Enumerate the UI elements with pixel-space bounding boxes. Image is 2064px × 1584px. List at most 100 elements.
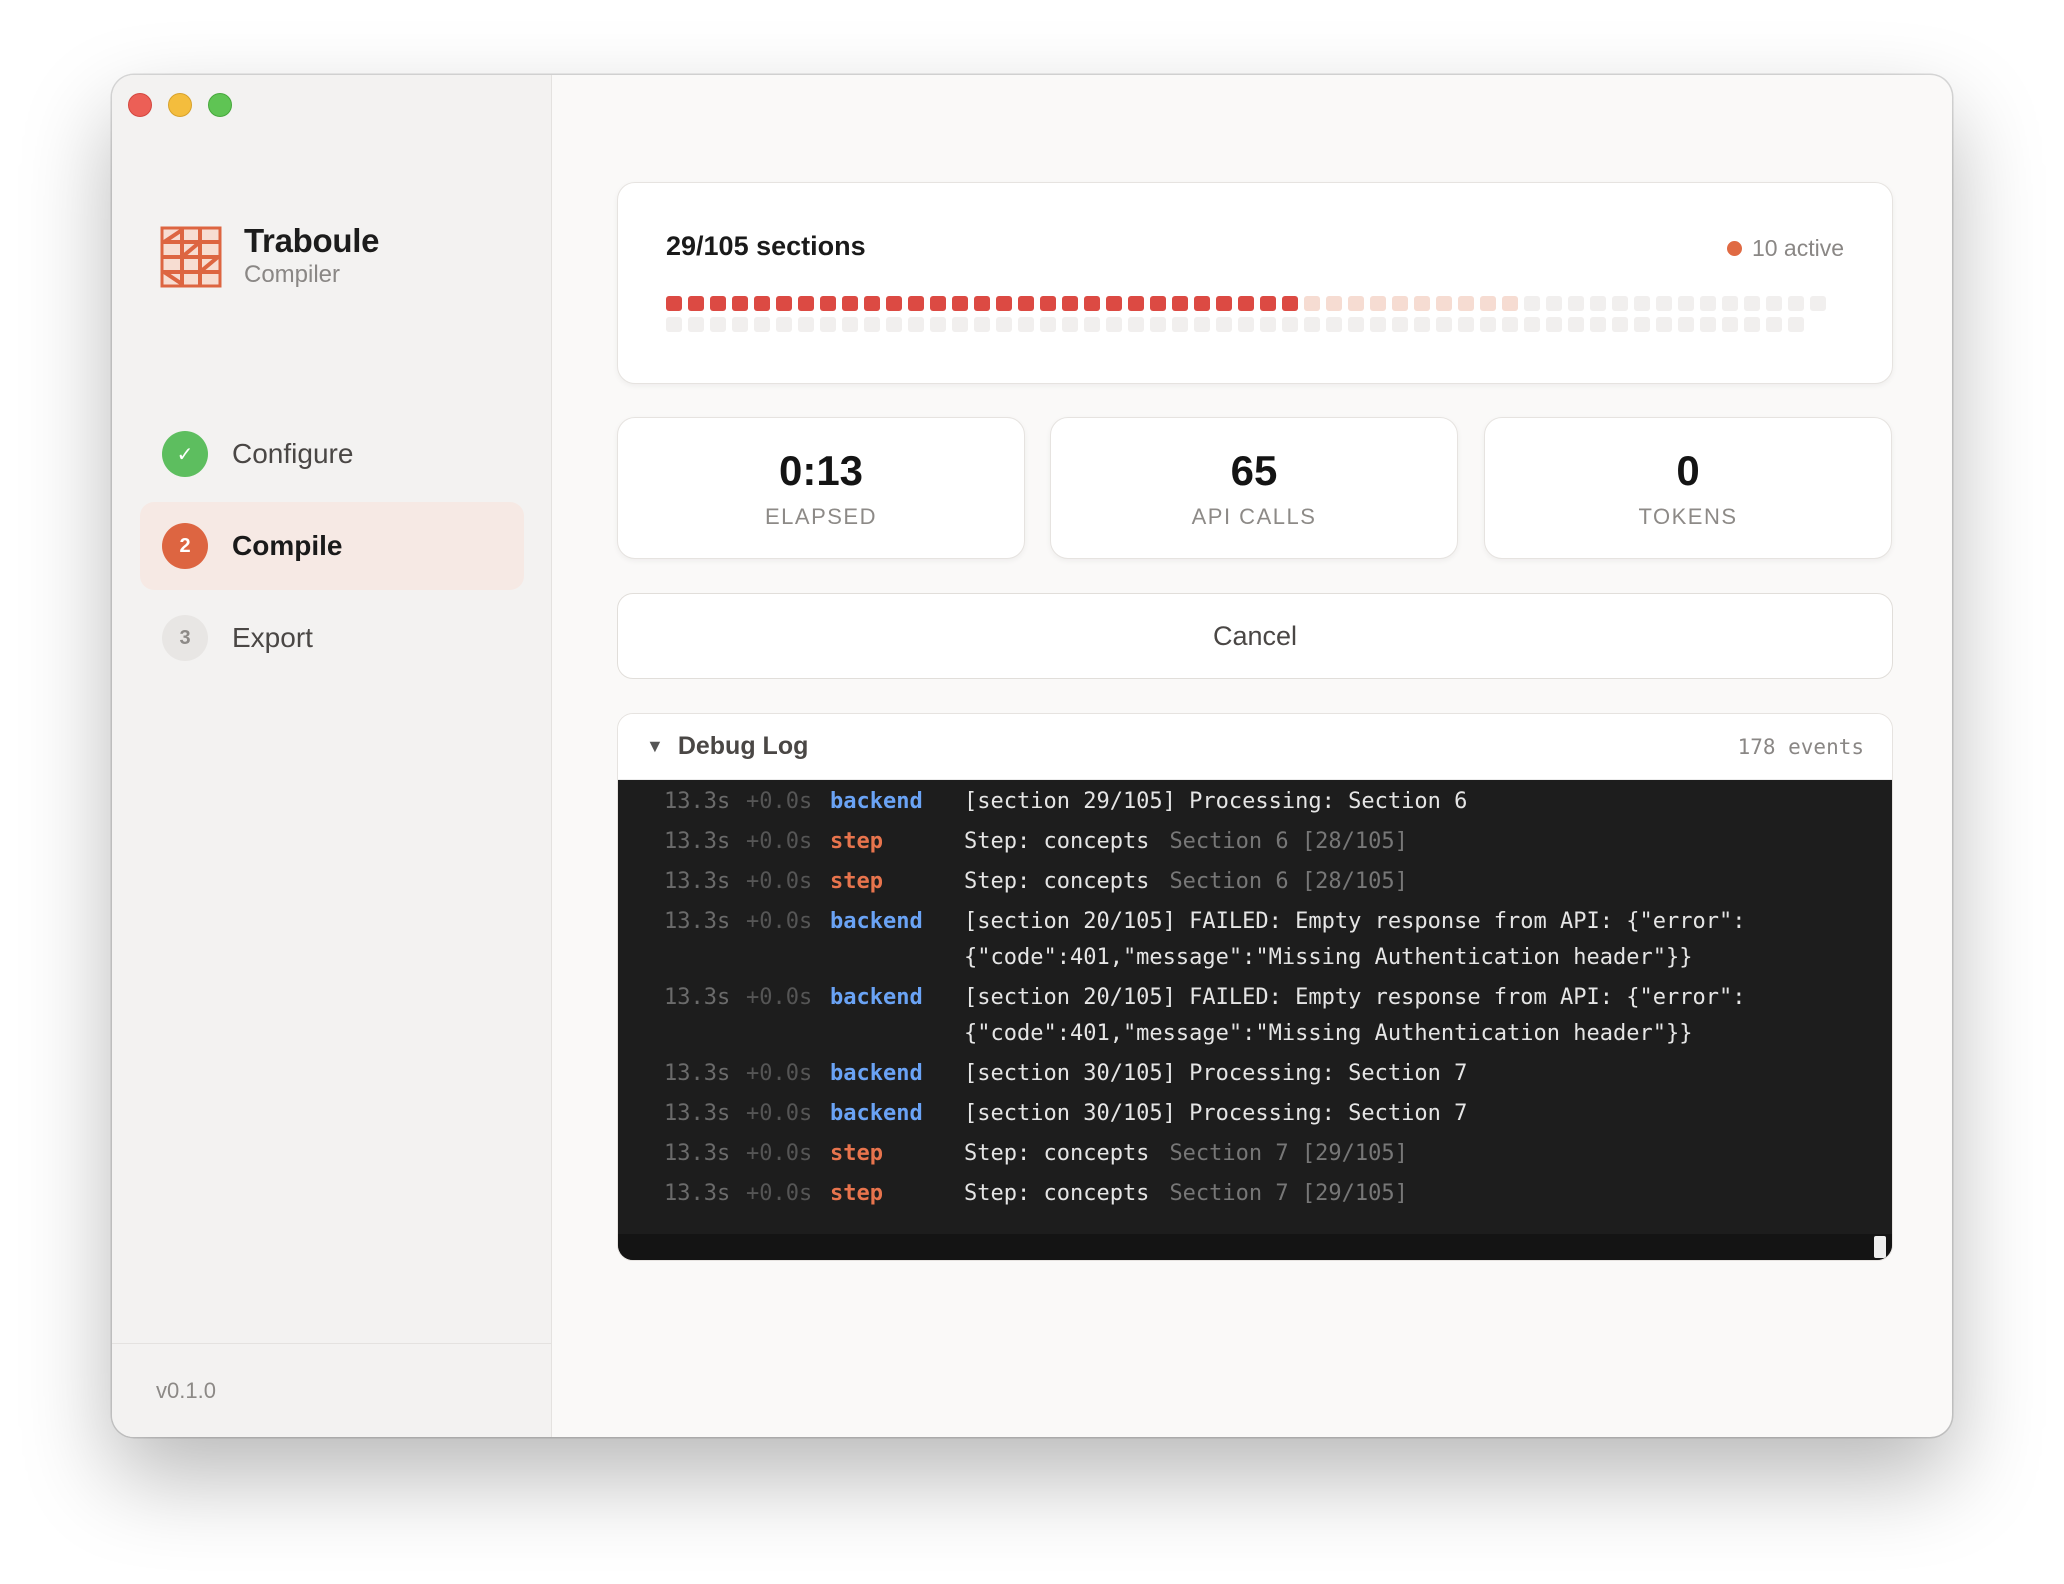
sidebar-footer: v0.1.0: [112, 1343, 551, 1437]
cancel-button[interactable]: Cancel: [617, 593, 1893, 679]
section-segment: [1326, 296, 1342, 311]
log-row: 13.3s +0.0s backend [section 20/105] FAILED…: [664, 904, 1892, 976]
active-count: 10 active: [1751, 235, 1844, 261]
section-segment: [1502, 296, 1518, 311]
section-segment: [1304, 296, 1320, 311]
log-time: 13.3s: [664, 985, 731, 1010]
section-segment: [1150, 296, 1166, 311]
section-segment: [1084, 317, 1100, 332]
step-number-badge: 2: [162, 523, 208, 569]
log-message: [section 30/105] Processing: Section 7: [964, 1101, 1468, 1126]
section-segment: [732, 296, 748, 311]
log-context: Section 7 [29/105]: [1169, 1141, 1408, 1166]
log-delta: +0.0s: [746, 1101, 813, 1126]
section-segment: [666, 317, 682, 332]
section-progress-grid: [666, 296, 1846, 332]
debug-log: ▼ Debug Log 178 events 13.3s +0.0s backend…: [617, 713, 1893, 1261]
disclosure-triangle-icon[interactable]: ▼: [646, 736, 664, 757]
section-segment: [1480, 317, 1496, 332]
section-segment: [842, 296, 858, 311]
section-segment: [1700, 296, 1716, 311]
section-segment: [1546, 317, 1562, 332]
stat-elapsed: 0:13 ELAPSED: [617, 417, 1025, 559]
app-name: Traboule: [244, 222, 380, 259]
debug-log-title: Debug Log: [677, 732, 809, 760]
section-segment: [930, 296, 946, 311]
section-segment: [1524, 296, 1540, 311]
section-segment: [952, 317, 968, 332]
horizontal-scrollbar[interactable]: [618, 1234, 1892, 1260]
section-segment: [1436, 296, 1452, 311]
section-segment: [842, 317, 858, 332]
section-segment: [798, 317, 814, 332]
log-message: [section 29/105] Processing: Section 6: [964, 789, 1468, 814]
section-segment: [1040, 317, 1056, 332]
step-export[interactable]: 3 Export: [140, 594, 524, 682]
scrollbar-thumb[interactable]: [1874, 1236, 1886, 1258]
log-delta: +0.0s: [746, 1141, 813, 1166]
section-segment: [1370, 296, 1386, 311]
close-window-button[interactable]: [128, 93, 152, 117]
log-row: 13.3s +0.0s step Step: concepts Section 6 [2…: [664, 864, 1892, 900]
stat-api-calls: 65 API CALLS: [1050, 417, 1458, 559]
section-segment: [1788, 296, 1804, 311]
section-segment: [1018, 296, 1034, 311]
section-segment: [1634, 317, 1650, 332]
event-count: 178 events: [1737, 734, 1864, 759]
log-row: 13.3s +0.0s backend [section 29/105] Proces…: [664, 784, 1892, 820]
section-segment: [886, 317, 902, 332]
step-label: Compile: [232, 530, 343, 561]
section-segment: [908, 317, 924, 332]
active-dot-icon: [1726, 241, 1742, 256]
step-compile[interactable]: 2 Compile: [140, 502, 524, 590]
log-source: step: [830, 829, 883, 854]
section-segment: [1524, 317, 1540, 332]
section-segment: [864, 317, 880, 332]
maximize-window-button[interactable]: [208, 93, 232, 117]
section-segment: [1172, 317, 1188, 332]
section-segment: [1238, 317, 1254, 332]
section-segment: [1436, 317, 1452, 332]
section-segment: [1590, 296, 1606, 311]
minimize-window-button[interactable]: [168, 93, 192, 117]
section-segment: [1216, 296, 1232, 311]
log-source: step: [830, 869, 883, 894]
stat-value: 0: [1676, 447, 1700, 494]
section-segment: [798, 296, 814, 311]
section-segment: [820, 296, 836, 311]
log-time: 13.3s: [664, 1101, 731, 1126]
stat-value: 65: [1230, 447, 1278, 494]
section-segment: [1678, 317, 1694, 332]
log-delta: +0.0s: [746, 789, 813, 814]
section-segment: [776, 296, 792, 311]
log-row: 13.3s +0.0s step Step: concepts Section 7 [2…: [664, 1136, 1892, 1172]
section-segment: [1744, 296, 1760, 311]
log-row: 13.3s +0.0s backend [section 30/105] Proces…: [664, 1056, 1892, 1092]
section-segment: [1810, 296, 1826, 311]
section-segment: [930, 317, 946, 332]
section-segment: [1018, 317, 1034, 332]
log-delta: +0.0s: [746, 869, 813, 894]
section-segment: [996, 296, 1012, 311]
log-source: backend: [830, 1061, 923, 1086]
section-segment: [1260, 296, 1276, 311]
section-segment: [1656, 296, 1672, 311]
section-segment: [952, 296, 968, 311]
section-segment: [974, 296, 990, 311]
log-source: backend: [830, 909, 923, 934]
step-configure[interactable]: ✓ Configure: [140, 410, 524, 498]
log-message: [section 20/105] FAILED: Empty response …: [964, 985, 1746, 1046]
section-segment: [1414, 317, 1430, 332]
section-segment: [1128, 296, 1144, 311]
section-segment: [1194, 296, 1210, 311]
step-label: Export: [232, 622, 313, 653]
section-segment: [666, 296, 682, 311]
section-segment: [1370, 317, 1386, 332]
section-segment: [710, 296, 726, 311]
log-time: 13.3s: [664, 829, 731, 854]
log-delta: +0.0s: [746, 909, 813, 934]
log-output[interactable]: 13.3s +0.0s backend [section 29/105] Proces…: [618, 780, 1892, 1260]
debug-log-header[interactable]: ▼ Debug Log 178 events: [618, 714, 1892, 780]
check-icon: ✓: [162, 431, 208, 477]
log-time: 13.3s: [664, 1061, 731, 1086]
